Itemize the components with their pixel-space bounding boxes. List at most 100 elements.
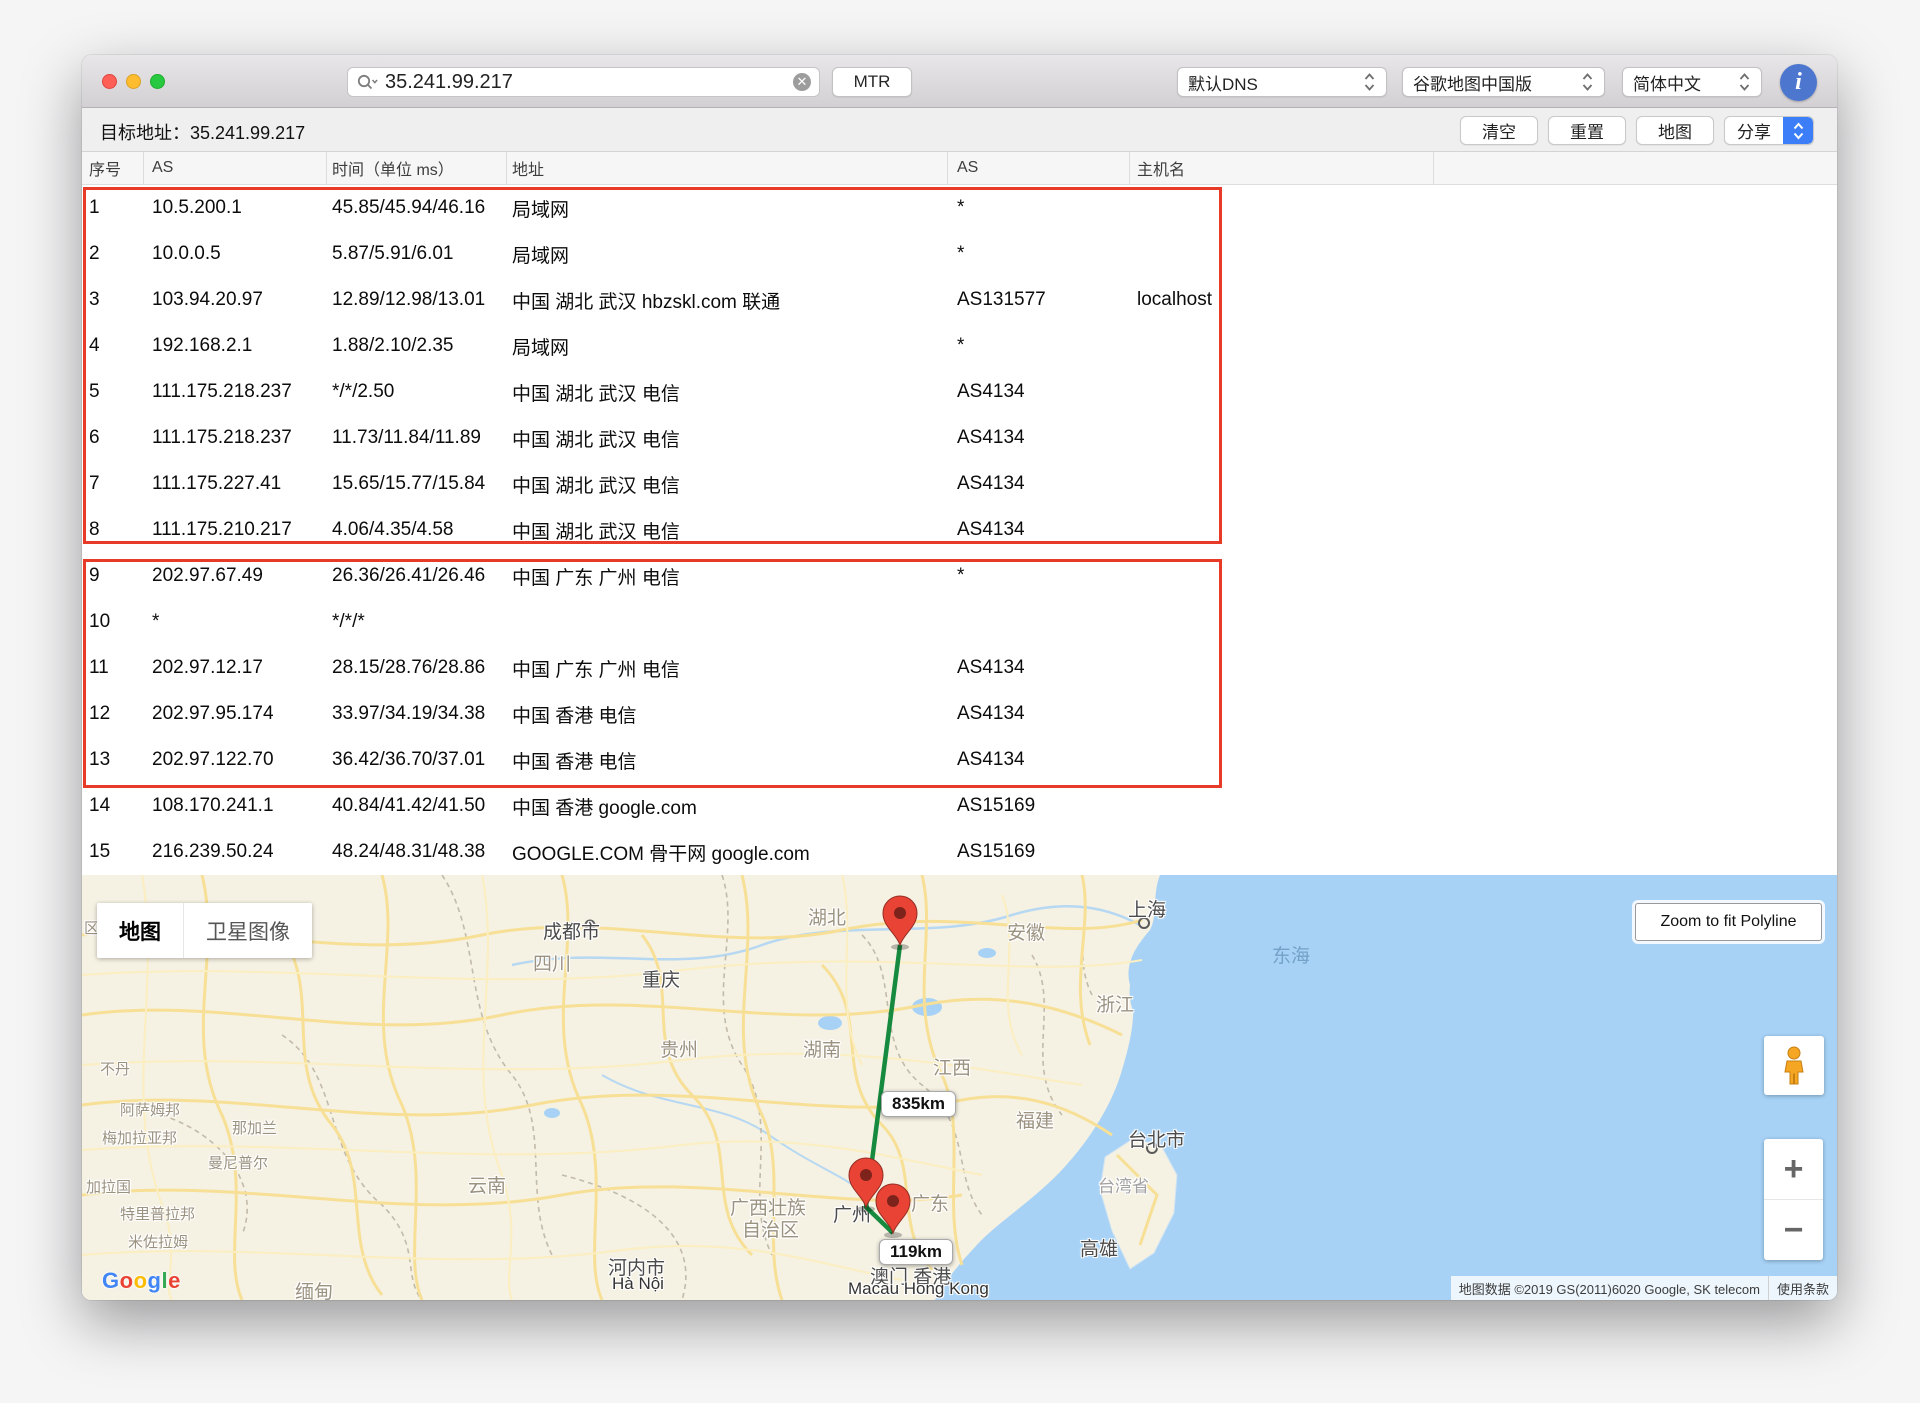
table-body: 110.5.200.145.85/45.94/46.16局域网*210.0.0.… [82,185,1837,875]
cell-time: 40.84/41.42/41.50 [327,795,507,817]
attribution-text: 地图数据 ©2019 GS(2011)6020 Google, SK telec… [1451,1276,1768,1300]
table-row[interactable]: 210.0.0.55.87/5.91/6.01局域网* [82,231,1837,277]
zoom-to-fit-polyline-button[interactable]: Zoom to fit Polyline [1635,903,1822,941]
zoom-window-button[interactable] [150,74,165,89]
table-row[interactable]: 8111.175.210.2174.06/4.35/4.58中国 湖北 武汉 电… [82,507,1837,553]
table-row[interactable]: 6111.175.218.23711.73/11.84/11.89中国 湖北 武… [82,415,1837,461]
share-dropdown-icon[interactable] [1783,117,1813,144]
minimize-window-button[interactable] [126,74,141,89]
header-as-ip[interactable]: AS [144,152,327,184]
table-row[interactable]: 14108.170.241.140.84/41.42/41.50中国 香港 go… [82,783,1837,829]
search-field[interactable]: ✕ [347,67,820,97]
header-hostname[interactable]: 主机名 [1130,152,1434,184]
cell-time: 48.24/48.31/48.38 [327,841,507,863]
cell-as2: * [948,243,1130,265]
language-select[interactable]: 简体中文 [1622,67,1762,97]
map-label: 东海 [1272,941,1310,968]
map-label: 江西 [933,1053,971,1080]
dns-select-value: 默认DNS [1188,70,1355,95]
table-row[interactable]: 7111.175.227.4115.65/15.77/15.84中国 湖北 武汉… [82,461,1837,507]
clear-button[interactable]: 清空 [1460,116,1538,145]
table-row[interactable]: 3103.94.20.9712.89/12.98/13.01中国 湖北 武汉 h… [82,277,1837,323]
map-label: 特里普拉邦 [120,1203,195,1224]
table-row[interactable]: 11202.97.12.1728.15/28.76/28.86中国 广东 广州 … [82,645,1837,691]
cell-as2: AS4134 [948,473,1130,495]
map-label: 梅加拉亚邦 [102,1127,177,1148]
google-logo-letter: g [148,1268,162,1293]
map-label: 浙江 [1096,990,1134,1017]
map-label: 那加兰 [232,1117,277,1138]
cell-ip: 111.175.227.41 [144,473,327,495]
map-label: Macau Hong Kong [848,1279,989,1299]
distance-label: 835km [881,1091,956,1117]
cell-as2: AS15169 [948,841,1130,863]
cell-as2: * [948,335,1130,357]
table-row[interactable]: 12202.97.95.17433.97/34.19/34.38中国 香港 电信… [82,691,1837,737]
cell-ip: 216.239.50.24 [144,841,327,863]
table-header: 序号 AS 时间（单位 ms） 地址 AS 主机名 [82,152,1837,185]
map-label: 台湾省 [1098,1172,1149,1197]
map-source-select[interactable]: 谷歌地图中国版 [1402,67,1605,97]
table-row[interactable]: 13202.97.122.7036.42/36.70/37.01中国 香港 电信… [82,737,1837,783]
clear-search-icon[interactable]: ✕ [793,73,811,91]
mtr-button[interactable]: MTR [832,67,912,97]
header-as[interactable]: AS [948,152,1130,184]
map-label: 湖南 [803,1035,841,1062]
cell-time: */*/* [327,611,507,633]
cell-ip: 111.175.218.237 [144,427,327,449]
cell-seq: 9 [82,565,144,587]
map-label: 高雄 [1080,1234,1118,1261]
map-canvas[interactable]: 湖北安徽上海东海浙江江西福建湖南贵州重庆成都市四川云南广东广州广西壮族自治区台北… [82,875,1837,1300]
terms-link[interactable]: 使用条款 [1768,1276,1837,1300]
table-row[interactable]: 5111.175.218.237*/*/2.50中国 湖北 武汉 电信AS413… [82,369,1837,415]
cell-seq: 3 [82,289,144,311]
zoom-control: + − [1764,1139,1823,1260]
map-label: 四川 [533,949,571,976]
cell-ip: 111.175.210.217 [144,519,327,541]
header-address[interactable]: 地址 [507,152,948,184]
cell-as2: AS15169 [948,795,1130,817]
table-row[interactable]: 110.5.200.145.85/45.94/46.16局域网* [82,185,1837,231]
map-label: 广东 [911,1189,949,1216]
zoom-in-button[interactable]: + [1764,1139,1823,1200]
close-window-button[interactable] [102,74,117,89]
share-button[interactable]: 分享 [1724,116,1814,145]
cell-as2: AS4134 [948,427,1130,449]
table-row[interactable]: 10**/*/* [82,599,1837,645]
pegman-control[interactable] [1764,1036,1824,1095]
cell-addr: 局域网 [507,333,948,360]
cell-addr: 中国 广东 广州 电信 [507,655,948,682]
map-button[interactable]: 地图 [1636,116,1714,145]
search-input[interactable] [385,71,793,94]
header-time[interactable]: 时间（单位 ms） [327,152,507,184]
map-label: 不丹 [100,1058,130,1079]
reset-button[interactable]: 重置 [1548,116,1626,145]
cell-as2: * [948,197,1130,219]
table-row[interactable]: 9202.97.67.4926.36/26.41/26.46中国 广东 广州 电… [82,553,1837,599]
dns-select[interactable]: 默认DNS [1177,67,1387,97]
chevron-up-down-icon [1581,71,1594,93]
chevron-up-down-icon [1738,71,1751,93]
cell-addr: 中国 湖北 武汉 电信 [507,379,948,406]
cell-time: 12.89/12.98/13.01 [327,289,507,311]
table-row[interactable]: 4192.168.2.11.88/2.10/2.35局域网* [82,323,1837,369]
cell-as2: AS4134 [948,657,1130,679]
table-row[interactable]: 15216.239.50.2448.24/48.31/48.38GOOGLE.C… [82,829,1837,875]
header-seq[interactable]: 序号 [82,152,144,184]
distance-label: 119km [879,1239,953,1265]
google-logo[interactable]: Google [102,1268,181,1294]
cell-addr: GOOGLE.COM 骨干网 google.com [507,839,948,866]
cell-addr: 中国 香港 电信 [507,701,948,728]
cell-ip: * [144,611,327,633]
map-type-control: 地图 卫星图像 [97,903,312,958]
cell-as2: AS131577 [948,289,1130,311]
map-type-satellite-button[interactable]: 卫星图像 [183,903,312,958]
cell-seq: 13 [82,749,144,771]
map-label: 缅甸 [295,1277,333,1300]
zoom-out-button[interactable]: − [1764,1200,1823,1260]
cell-ip: 202.97.12.17 [144,657,327,679]
pegman-icon [1781,1046,1807,1086]
map-type-map-button[interactable]: 地图 [97,903,183,958]
info-button[interactable]: i [1780,64,1817,101]
map-label: 贵州 [660,1035,698,1062]
